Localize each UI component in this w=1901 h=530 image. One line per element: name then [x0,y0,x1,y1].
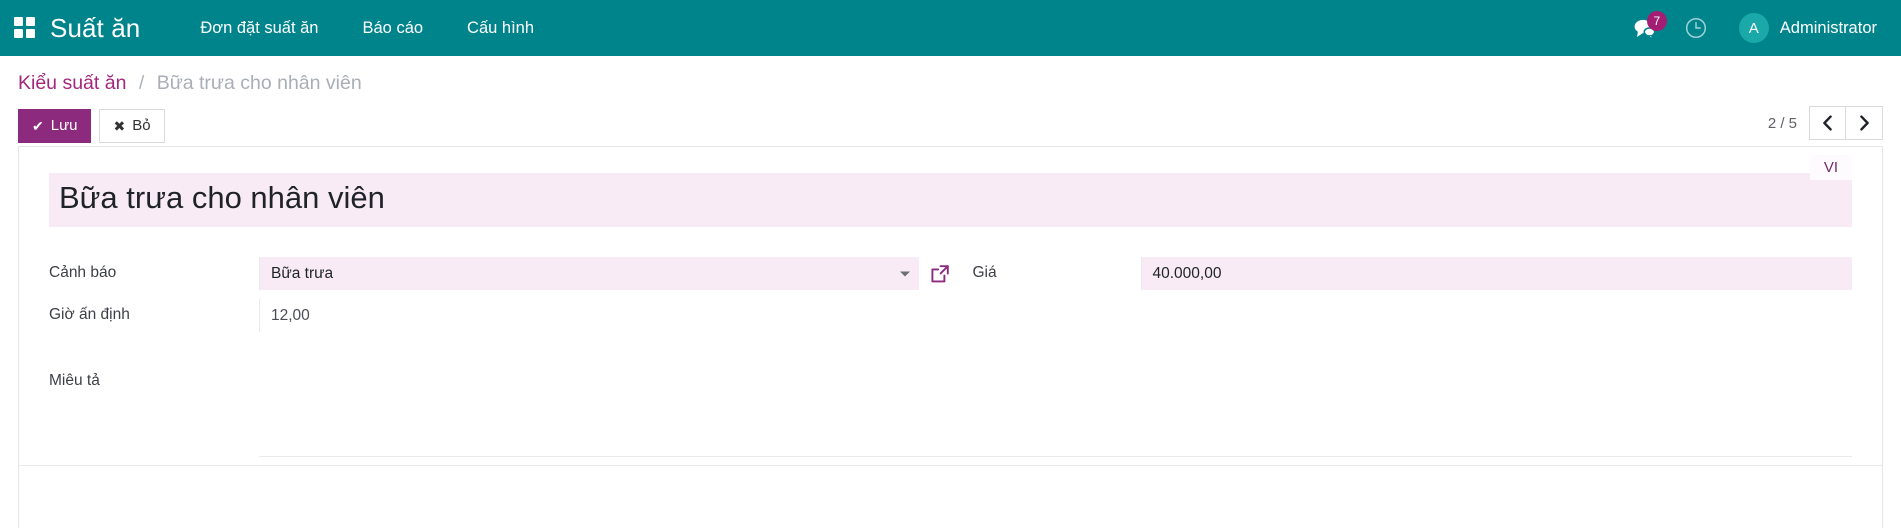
pager-next-button[interactable] [1846,106,1883,140]
control-panel: Kiểu suất ăn / Bữa trưa cho nhân viên ✔ … [0,56,1901,146]
chevron-left-icon [1823,115,1832,131]
field-value-description [259,365,1852,457]
check-icon: ✔ [32,117,44,134]
field-row-fixed-hour: Giờ ấn định 12,00 [49,299,951,333]
form-column-right: Giá 40.000,00 [951,257,1852,341]
field-row-price: Giá 40.000,00 [951,257,1852,291]
apps-grid-square [14,29,23,38]
breadcrumb-separator: / [138,72,145,94]
field-label-fixed-hour: Giờ ấn định [49,306,130,323]
language-badge[interactable]: VI [1809,155,1852,180]
form-grid: Cảnh báo Bữa trưa Giờ ấn định 12,00 Giá … [49,257,1852,341]
form-column-left: Cảnh báo Bữa trưa Giờ ấn định 12,00 [49,257,951,341]
discard-button-label: Bỏ [132,117,151,134]
apps-grid-square [26,29,35,38]
main-menu: Đơn đặt suất ăn Báo cáo Cấu hình [178,2,556,55]
many2one-warning: Bữa trưa [260,257,951,291]
navbar-right-group: 7 A Administrator [1619,0,1883,56]
menu-item-reports[interactable]: Báo cáo [341,2,446,55]
record-action-buttons: ✔ Lưu ✖ Bỏ [18,108,1883,143]
clock-icon [1685,17,1706,39]
field-label-warning: Cảnh báo [49,264,117,281]
field-value-price: 40.000,00 [1140,257,1852,291]
activity-button[interactable] [1671,0,1721,56]
external-link-icon[interactable] [929,263,951,285]
chevron-down-icon[interactable] [899,271,910,277]
apps-grid-square [26,17,35,26]
field-row-warning: Cảnh báo Bữa trưa [49,257,951,291]
breadcrumb-current: Bữa trưa cho nhân viên [156,72,362,94]
record-title-input[interactable]: Bữa trưa cho nhân viên [49,173,1852,227]
apps-grid-icon[interactable] [14,17,36,39]
menu-item-orders[interactable]: Đơn đặt suất ăn [178,2,340,55]
field-label-description: Miêu tả [49,372,100,389]
messages-badge: 7 [1646,11,1667,31]
apps-grid-square [14,17,23,26]
messages-button[interactable]: 7 [1619,0,1671,56]
fixed-hour-input[interactable]: 12,00 [260,299,951,332]
save-button[interactable]: ✔ Lưu [18,108,92,143]
field-row-description: Miêu tả [49,365,1852,457]
warning-input[interactable]: Bữa trưa [260,257,919,291]
cross-icon: ✖ [113,117,126,134]
breadcrumb: Kiểu suất ăn / Bữa trưa cho nhân viên [18,56,1883,94]
user-menu[interactable]: A Administrator [1721,0,1883,56]
pager-counter: 2 / 5 [1767,114,1797,132]
breadcrumb-parent-link[interactable]: Kiểu suất ăn [18,72,126,94]
pager: 2 / 5 [1768,106,1883,140]
username-label: Administrator [1779,18,1877,37]
record-title-wrapper: Bữa trưa cho nhân viên VI [49,155,1852,227]
field-value-fixed-hour: 12,00 [259,299,951,333]
save-button-label: Lưu [50,117,78,134]
app-brand[interactable]: Suất ăn [50,13,140,44]
menu-item-configuration[interactable]: Cấu hình [445,2,556,55]
top-navbar: Suất ăn Đơn đặt suất ăn Báo cáo Cấu hình… [0,0,1901,56]
discard-button[interactable]: ✖ Bỏ [99,108,165,143]
field-value-warning: Bữa trưa [259,257,951,291]
chevron-right-icon [1859,115,1869,131]
avatar: A [1738,13,1769,43]
form-sheet: Bữa trưa cho nhân viên VI Cảnh báo Bữa t… [18,146,1883,528]
price-input[interactable]: 40.000,00 [1141,257,1852,291]
field-label-price: Giá [972,264,997,281]
pager-previous-button[interactable] [1809,106,1846,140]
sheet-footer-space [49,466,1852,520]
sheet-background: Bữa trưa cho nhân viên VI Cảnh báo Bữa t… [0,146,1901,528]
pager-buttons [1809,106,1883,140]
description-textarea[interactable] [259,365,1852,457]
